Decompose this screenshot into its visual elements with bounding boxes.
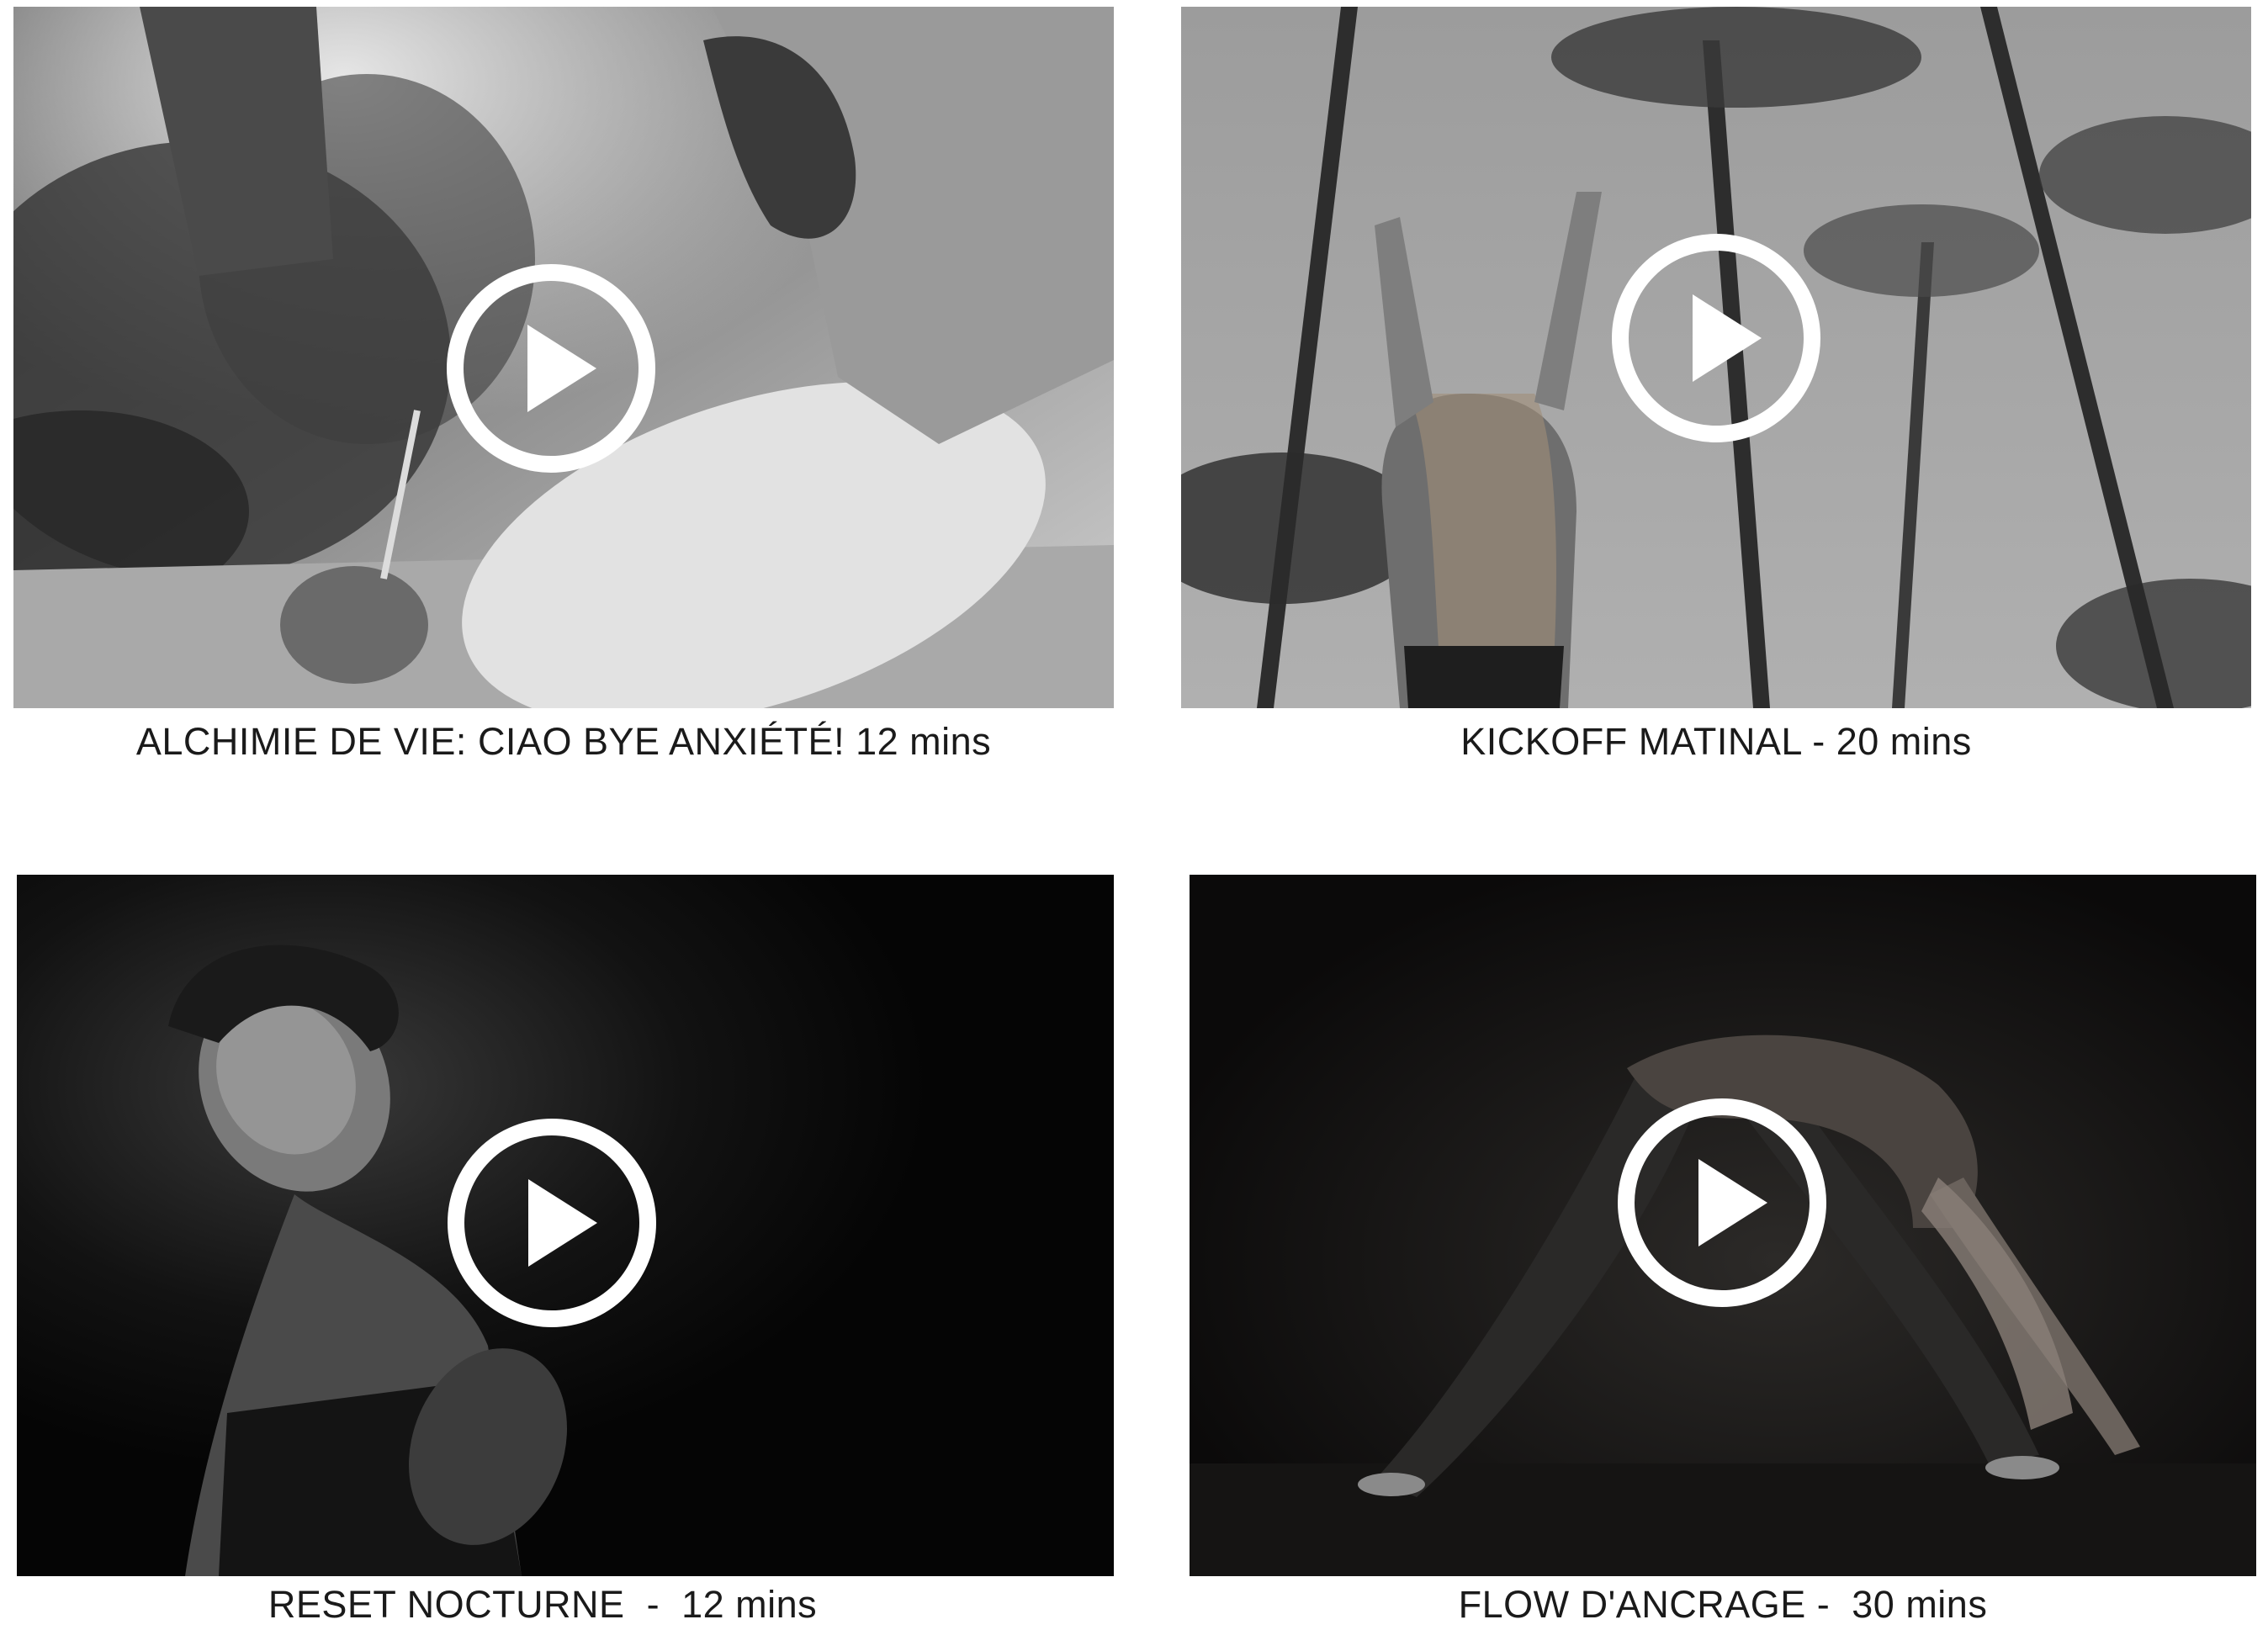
video-thumbnail-2[interactable] [1181, 7, 2251, 708]
play-circle-icon[interactable] [1608, 230, 1824, 446]
video-thumbnail-3[interactable] [17, 875, 1114, 1576]
video-thumbnail-1[interactable] [13, 7, 1114, 708]
play-circle-icon[interactable] [1614, 1095, 1830, 1310]
video-title-4: FLOW D'ANCRAGE - 30 mins [1458, 1583, 1988, 1626]
play-circle-icon[interactable] [443, 261, 659, 476]
video-title-1: ALCHIMIE DE VIE: CIAO BYE ANXIÉTÉ! 12 mi… [135, 720, 992, 763]
video-title-3: RESET NOCTURNE - 12 mins [268, 1583, 818, 1626]
video-thumbnail-4[interactable] [1190, 875, 2256, 1576]
play-circle-icon[interactable] [444, 1115, 660, 1331]
video-title-2: KICKOFF MATINAL - 20 mins [1460, 720, 1972, 763]
